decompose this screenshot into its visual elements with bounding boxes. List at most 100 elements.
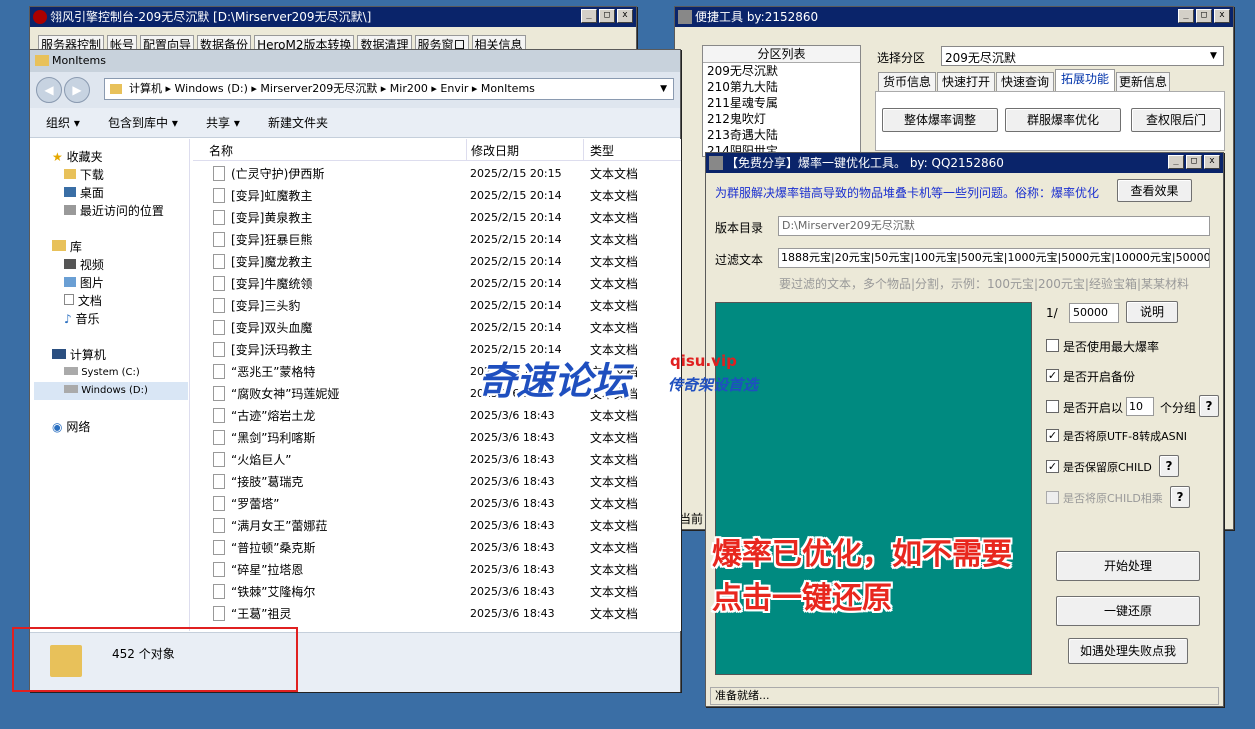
one-click-restore-button[interactable]: 一键还原 [1056, 596, 1200, 626]
file-row[interactable]: (亡灵守护)伊西斯 2025/2/15 20:15 文本文档 [193, 163, 681, 185]
partition-select[interactable]: 209无尽沉默 ▼ [941, 46, 1224, 66]
file-row[interactable]: [变异]牛魔统领 2025/2/15 20:14 文本文档 [193, 273, 681, 295]
file-row[interactable]: [变异]黄泉教主 2025/2/15 20:14 文本文档 [193, 207, 681, 229]
partition-item[interactable]: 212鬼吹灯 [703, 111, 860, 127]
new-folder-button[interactable]: 新建文件夹 [268, 108, 328, 138]
partition-item[interactable]: 213奇遇大陆 [703, 127, 860, 143]
file-row[interactable]: [变异]狂暴巨熊 2025/2/15 20:14 文本文档 [193, 229, 681, 251]
nav-downloads[interactable]: 下载 [64, 166, 104, 184]
partition-list[interactable]: 分区列表 209无尽沉默 210第九大陆 211星魂专属 212鬼吹灯 213奇… [702, 45, 861, 157]
tab-extensions[interactable]: 拓展功能 [1055, 69, 1115, 92]
filter-text-input[interactable]: 1888元宝|20元宝|50元宝|100元宝|500元宝|1000元宝|5000… [778, 248, 1210, 268]
nav-favorites[interactable]: ★ 收藏夹 [52, 148, 103, 166]
back-button[interactable]: ◀ [36, 77, 62, 103]
explorer-titlebar[interactable]: MonItems [30, 50, 680, 72]
file-row[interactable]: “铁棘”艾隆梅尔 2025/3/6 18:43 文本文档 [193, 581, 681, 603]
partition-item[interactable]: 210第九大陆 [703, 79, 860, 95]
maximize-button[interactable]: □ [1196, 9, 1212, 23]
breadcrumb-item[interactable]: Mirserver209无尽沉默 [260, 82, 377, 95]
maximize-button[interactable]: □ [1186, 155, 1202, 169]
start-process-button[interactable]: 开始处理 [1056, 551, 1200, 581]
breadcrumb-item[interactable]: MonItems [481, 82, 535, 95]
keep-child-help-button[interactable]: ? [1159, 455, 1179, 477]
backup-checkbox[interactable]: ✓ [1046, 369, 1059, 382]
file-row[interactable]: [变异]虹魔教主 2025/2/15 20:14 文本文档 [193, 185, 681, 207]
file-row[interactable]: “罗蕾塔” 2025/3/6 18:43 文本文档 [193, 493, 681, 515]
tab-updates[interactable]: 更新信息 [1116, 72, 1170, 92]
max-drop-rate-checkbox[interactable] [1046, 339, 1059, 352]
minimize-button[interactable]: _ [581, 9, 597, 23]
file-row[interactable]: “接肢”葛瑞克 2025/3/6 18:43 文本文档 [193, 471, 681, 493]
forward-button[interactable]: ▶ [64, 77, 90, 103]
close-button[interactable]: x [617, 9, 633, 23]
nav-documents[interactable]: 文档 [64, 292, 102, 310]
file-row[interactable]: “火焰巨人” 2025/3/6 18:43 文本文档 [193, 449, 681, 471]
partition-item[interactable]: 209无尽沉默 [703, 63, 860, 79]
grouping-checkbox[interactable] [1046, 400, 1059, 413]
file-row[interactable]: “满月女王”蕾娜菈 2025/3/6 18:43 文本文档 [193, 515, 681, 537]
organize-button[interactable]: 组织 ▾ [46, 108, 80, 138]
chevron-down-icon[interactable]: ▼ [1206, 48, 1221, 64]
nav-videos[interactable]: 视频 [64, 256, 104, 274]
grouping-help-button[interactable]: ? [1199, 395, 1219, 417]
partition-item[interactable]: 211星魂专属 [703, 95, 860, 111]
check-backdoor-button[interactable]: 查权限后门 [1131, 108, 1221, 132]
version-dir-input[interactable]: D:\Mirserver209无尽沉默 [778, 216, 1210, 236]
keep-child-checkbox[interactable]: ✓ [1046, 460, 1059, 473]
file-date: 2025/3/6 18:43 [470, 453, 555, 466]
minimize-button[interactable]: _ [1178, 9, 1194, 23]
minimize-button[interactable]: _ [1168, 155, 1184, 169]
file-date: 2025/3/6 18:43 [470, 431, 555, 444]
nav-drive-c[interactable]: System (C:) [64, 364, 140, 382]
quick-titlebar[interactable]: 便捷工具 by:2152860 _ □ x [675, 7, 1233, 27]
file-row[interactable]: [变异]三头豹 2025/2/15 20:14 文本文档 [193, 295, 681, 317]
file-row[interactable]: “普拉顿”桑克斯 2025/3/6 18:43 文本文档 [193, 537, 681, 559]
explain-button[interactable]: 说明 [1126, 301, 1178, 323]
multiply-child-help-button[interactable]: ? [1170, 486, 1190, 508]
file-row[interactable]: “王葛”祖灵 2025/3/6 18:43 文本文档 [193, 603, 681, 625]
tab-quick-open[interactable]: 快速打开 [937, 72, 995, 92]
group-drop-optimize-button[interactable]: 群服爆率优化 [1005, 108, 1121, 132]
nav-library[interactable]: 库 [52, 238, 82, 256]
close-button[interactable]: x [1214, 9, 1230, 23]
column-header-date[interactable]: 修改日期 [471, 142, 519, 159]
column-header-name[interactable]: 名称 [209, 142, 233, 159]
control-titlebar[interactable]: 翎风引擎控制台-209无尽沉默 [D:\Mirserver209无尽沉默\] _… [30, 7, 636, 27]
breadcrumb-item[interactable]: 计算机 [129, 82, 162, 95]
nav-network[interactable]: ◉ 网络 [52, 418, 90, 436]
file-row[interactable]: “黑剑”玛利喀斯 2025/3/6 18:43 文本文档 [193, 427, 681, 449]
file-row[interactable]: [变异]双头血魔 2025/2/15 20:14 文本文档 [193, 317, 681, 339]
tab-currency[interactable]: 货币信息 [878, 72, 936, 92]
overall-drop-rate-button[interactable]: 整体爆率调整 [882, 108, 998, 132]
multiply-child-checkbox[interactable] [1046, 491, 1059, 504]
breadcrumb-item[interactable]: Windows (D:) [175, 82, 248, 95]
nav-drive-d[interactable]: Windows (D:) [64, 382, 148, 400]
breadcrumb-item[interactable]: Envir [440, 82, 468, 95]
view-effect-button[interactable]: 查看效果 [1117, 179, 1192, 202]
nav-recent[interactable]: 最近访问的位置 [64, 202, 164, 220]
column-header-type[interactable]: 类型 [590, 142, 614, 159]
group-count-input[interactable]: 10 [1126, 397, 1154, 416]
maximize-button[interactable]: □ [599, 9, 615, 23]
nav-music[interactable]: ♪ 音乐 [64, 310, 100, 328]
nav-pictures[interactable]: 图片 [64, 274, 104, 292]
close-button[interactable]: x [1204, 155, 1220, 169]
file-row[interactable]: [变异]魔龙教主 2025/2/15 20:14 文本文档 [193, 251, 681, 273]
column-divider[interactable] [466, 139, 467, 161]
nav-computer[interactable]: 计算机 [52, 346, 106, 364]
address-bar[interactable]: 计算机 ▸ Windows (D:) ▸ Mirserver209无尽沉默 ▸ … [104, 78, 674, 100]
file-row[interactable]: “古迹”熔岩土龙 2025/3/6 18:43 文本文档 [193, 405, 681, 427]
utf8-convert-checkbox[interactable]: ✓ [1046, 429, 1059, 442]
breadcrumb-item[interactable]: Mir200 [390, 82, 428, 95]
optimizer-titlebar[interactable]: 【免费分享】爆率一键优化工具。 by: QQ2152860 _ □ x [706, 153, 1223, 173]
nav-desktop[interactable]: 桌面 [64, 184, 104, 202]
failure-help-button[interactable]: 如遇处理失败点我 [1068, 638, 1188, 664]
file-row[interactable]: “碎星”拉塔恩 2025/3/6 18:43 文本文档 [193, 559, 681, 581]
tab-quick-query[interactable]: 快速查询 [996, 72, 1054, 92]
column-divider[interactable] [583, 139, 584, 161]
chevron-down-icon[interactable]: ▼ [660, 79, 667, 99]
include-in-library-button[interactable]: 包含到库中 ▾ [108, 108, 178, 138]
share-button[interactable]: 共享 ▾ [206, 108, 240, 138]
group-suffix: 个分组 [1160, 401, 1197, 415]
ratio-input[interactable]: 50000 [1069, 303, 1119, 323]
